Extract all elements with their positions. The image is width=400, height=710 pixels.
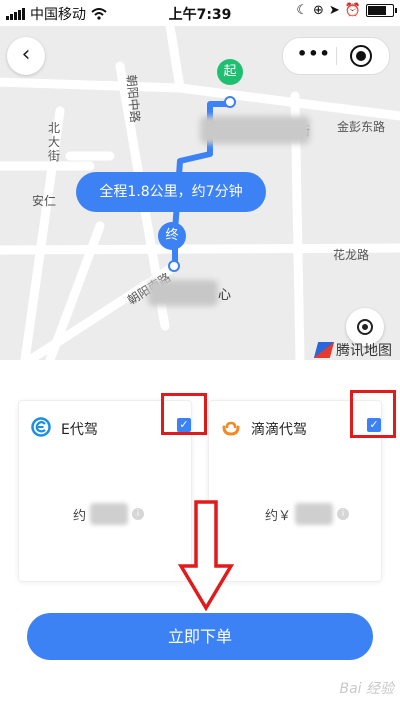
annotation-box	[350, 390, 396, 438]
area-label-anren: 安仁	[32, 194, 57, 208]
annotation-box	[161, 393, 207, 435]
watermark: Bai 经验	[339, 681, 394, 697]
service-panel: E代驾 ✓ 约 i 滴滴代驾 ✓ 约￥ i 立即下单 Bai 经验	[0, 360, 400, 710]
more-icon[interactable]: •••	[297, 44, 331, 63]
tencent-map-icon	[313, 342, 335, 358]
destination-suffix: 心	[218, 288, 232, 303]
road-label-beidajie: 北 大 街	[48, 121, 61, 163]
blurred-price	[90, 503, 129, 525]
didi-logo-icon	[222, 421, 240, 436]
rotation-lock-icon: ⊕	[313, 3, 324, 18]
road-label-hualong: 花龙路	[333, 248, 370, 262]
moon-icon: ☾	[296, 3, 308, 18]
location-icon: ➤	[328, 3, 340, 18]
back-button[interactable]: ‹	[7, 37, 45, 75]
option-price: 约￥ i	[265, 503, 350, 525]
blurred-price	[295, 503, 334, 525]
status-bar: 中国移动 上午7:39 ☾ ⊕ ➤ ⏰	[0, 0, 400, 26]
option-name: E代驾	[61, 422, 98, 438]
edaijia-logo-icon	[31, 417, 51, 437]
annotation-down-arrow	[178, 500, 234, 612]
start-marker: 起	[217, 59, 243, 85]
mini-program-capsule: •••	[282, 37, 390, 75]
close-miniprogram-icon[interactable]	[350, 45, 372, 67]
price-prefix: 约	[73, 508, 87, 524]
option-card-edaijia[interactable]: E代驾 ✓ 约 i	[18, 393, 207, 582]
price-prefix: 约￥	[265, 508, 292, 524]
info-icon[interactable]: i	[132, 508, 145, 520]
battery-icon	[366, 4, 397, 17]
alarm-icon: ⏰	[344, 3, 361, 18]
blurred-start-name	[200, 116, 310, 144]
status-right: ☾ ⊕ ➤ ⏰	[296, 3, 397, 18]
map-provider-label: 腾讯地图	[336, 343, 392, 359]
blurred-destination-name	[148, 280, 218, 306]
option-name: 滴滴代驾	[251, 422, 307, 438]
info-icon[interactable]: i	[337, 508, 350, 520]
road-label-jinpeng-east: 金彭东路	[337, 120, 386, 134]
map-view[interactable]: 朝阳中路 金彭东路 街 北 大 街 安仁 花龙路 朝阳南路 心 全程1.8公里，…	[0, 26, 400, 360]
end-marker: 终	[158, 222, 186, 250]
option-price: 约 i	[73, 503, 145, 525]
option-card-didi[interactable]: 滴滴代驾 ✓ 约￥ i	[208, 390, 396, 582]
capsule-divider	[336, 47, 337, 65]
place-order-button[interactable]: 立即下单	[27, 613, 373, 660]
map-provider-logo: 腾讯地图	[313, 340, 392, 360]
route-summary-bubble: 全程1.8公里，约7分钟	[76, 172, 266, 212]
